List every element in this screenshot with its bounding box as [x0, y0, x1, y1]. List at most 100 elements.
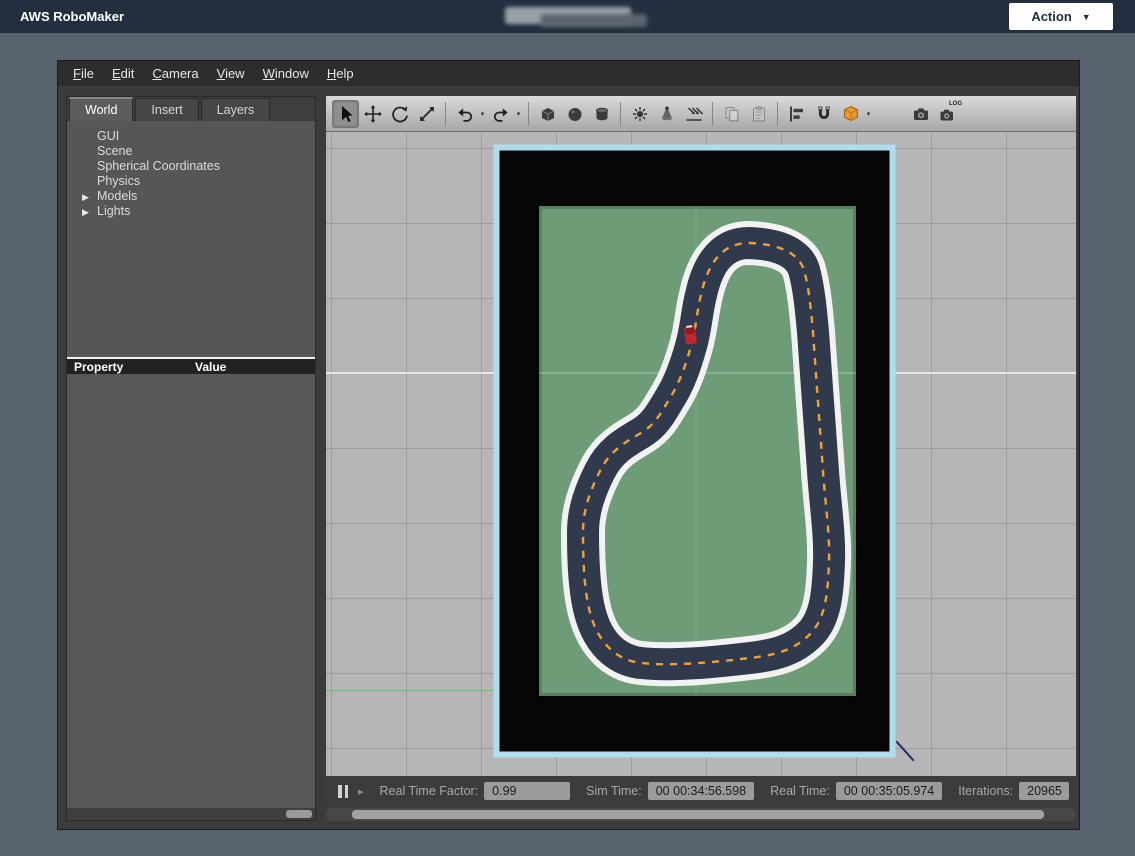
undo-icon: [455, 104, 475, 124]
menu-window[interactable]: Window: [254, 63, 318, 84]
select-arrow-icon: [336, 104, 356, 124]
rotate-icon: [390, 104, 410, 124]
sim-time-label: Sim Time:: [586, 784, 642, 798]
iterations-label: Iterations:: [958, 784, 1013, 798]
tab-layers[interactable]: Layers: [201, 98, 271, 121]
tree-item-lights[interactable]: ▶Lights: [67, 204, 315, 219]
grid-green-axis: [326, 690, 494, 691]
menubar: File Edit Camera View Window Help: [58, 61, 1079, 86]
menu-camera[interactable]: Camera: [143, 63, 207, 84]
spot-light-button[interactable]: [653, 100, 680, 128]
action-button-label: Action: [1031, 9, 1071, 24]
view-angle-dropdown-caret[interactable]: ▾: [864, 110, 873, 118]
menu-file[interactable]: File: [64, 63, 103, 84]
tab-insert[interactable]: Insert: [135, 98, 198, 121]
tree-item-physics[interactable]: Physics: [67, 174, 315, 189]
simulation-canvas[interactable]: [326, 132, 1076, 776]
tree-item-spherical-coordinates[interactable]: Spherical Coordinates: [67, 159, 315, 174]
scale-icon: [417, 104, 437, 124]
copy-icon: [722, 104, 742, 124]
view-cube-icon: [841, 104, 861, 124]
racetrack-scene: [493, 144, 896, 758]
log-label: LOG: [949, 101, 962, 107]
gazebo-window: File Edit Camera View Window Help World …: [57, 60, 1080, 830]
value-column-header: Value: [195, 360, 315, 374]
toolbar-separator: [528, 102, 529, 126]
property-column-header: Property: [74, 360, 195, 374]
toolbar-separator: [445, 102, 446, 126]
viewport-horizontal-scrollbar[interactable]: [326, 808, 1076, 821]
menu-edit[interactable]: Edit: [103, 63, 143, 84]
tree-item-gui[interactable]: GUI: [67, 129, 315, 144]
snap-tool-button[interactable]: [810, 100, 837, 128]
step-button[interactable]: ▸: [358, 785, 364, 798]
paste-button[interactable]: [745, 100, 772, 128]
real-time-factor-label: Real Time Factor:: [380, 784, 479, 798]
undo-button[interactable]: [451, 100, 478, 128]
menu-help[interactable]: Help: [318, 63, 363, 84]
log-record-button[interactable]: LOG: [934, 100, 961, 128]
expand-arrow-icon[interactable]: ▶: [82, 191, 89, 204]
scale-tool-button[interactable]: [413, 100, 440, 128]
menu-view[interactable]: View: [208, 63, 254, 84]
spot-light-icon: [657, 104, 677, 124]
tree-item-scene[interactable]: Scene: [67, 144, 315, 159]
insert-box-button[interactable]: [534, 100, 561, 128]
screenshot-button[interactable]: [907, 100, 934, 128]
camera-axis-line: [896, 741, 915, 762]
sim-time-value: 00 00:34:56.598: [648, 782, 754, 800]
directional-light-button[interactable]: [680, 100, 707, 128]
pause-button[interactable]: [338, 785, 348, 798]
action-button[interactable]: Action ▼: [1009, 3, 1113, 30]
world-tree: GUI Scene Spherical Coordinates Physics …: [67, 121, 315, 357]
panel-horizontal-scrollbar[interactable]: [67, 808, 315, 820]
directional-light-icon: [684, 104, 704, 124]
insert-cylinder-button[interactable]: [588, 100, 615, 128]
iterations-value: 20965: [1019, 782, 1069, 800]
redo-icon: [491, 104, 511, 124]
scrollbar-thumb[interactable]: [286, 810, 312, 818]
copy-button[interactable]: [718, 100, 745, 128]
property-table-body: [67, 374, 315, 808]
paste-icon: [749, 104, 769, 124]
align-tool-button[interactable]: [783, 100, 810, 128]
insert-sphere-button[interactable]: [561, 100, 588, 128]
view-angle-button[interactable]: [837, 100, 864, 128]
screen: AWS RoboMaker Action ▼ File Edit Camera …: [0, 0, 1135, 856]
align-icon: [787, 104, 807, 124]
translate-icon: [363, 104, 383, 124]
real-time-value: 00 00:35:05.974: [836, 782, 942, 800]
real-time-factor-value: 0.99: [484, 782, 570, 800]
render-viewport[interactable]: ▾ ▾: [326, 96, 1076, 776]
toolbar-separator: [712, 102, 713, 126]
undo-dropdown-caret[interactable]: ▾: [478, 110, 487, 118]
magnet-icon: [814, 104, 834, 124]
log-camera-icon: [938, 104, 958, 124]
select-tool-button[interactable]: [332, 100, 359, 128]
redo-button[interactable]: [487, 100, 514, 128]
aws-topbar: AWS RoboMaker Action ▼: [0, 0, 1135, 33]
expand-arrow-icon[interactable]: ▶: [82, 206, 89, 219]
point-light-button[interactable]: [626, 100, 653, 128]
simulation-statusbar: ▸ Real Time Factor: 0.99 Sim Time: 00 00…: [326, 776, 1076, 806]
sphere-icon: [565, 104, 585, 124]
point-light-icon: [630, 104, 650, 124]
app-title: AWS RoboMaker: [20, 0, 124, 33]
toolbar-separator: [620, 102, 621, 126]
redacted-block: [541, 14, 647, 27]
world-panel: World Insert Layers GUI Scene Spherical …: [66, 96, 316, 821]
panel-tabs: World Insert Layers: [67, 97, 315, 121]
redacted-text: [505, 5, 647, 28]
tab-world[interactable]: World: [69, 97, 133, 121]
property-table-header: Property Value: [67, 357, 315, 374]
translate-tool-button[interactable]: [359, 100, 386, 128]
rotate-tool-button[interactable]: [386, 100, 413, 128]
toolbar-separator: [777, 102, 778, 126]
redo-dropdown-caret[interactable]: ▾: [514, 110, 523, 118]
box-icon: [538, 104, 558, 124]
camera-icon: [911, 104, 931, 124]
real-time-label: Real Time:: [770, 784, 830, 798]
scrollbar-thumb[interactable]: [352, 810, 1044, 819]
tree-item-models[interactable]: ▶Models: [67, 189, 315, 204]
viewport-toolbar: ▾ ▾: [326, 96, 1076, 132]
